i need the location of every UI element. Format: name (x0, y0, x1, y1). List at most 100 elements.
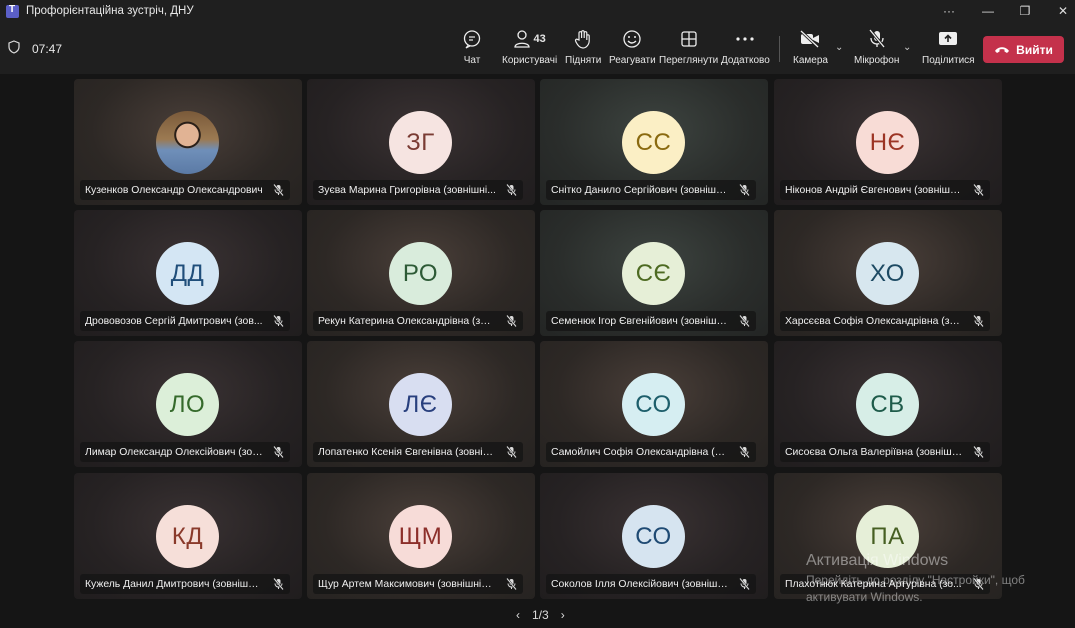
people-icon (514, 30, 531, 48)
muted-mic-icon (973, 184, 984, 196)
participant-avatar: РО (389, 242, 452, 305)
mic-off-icon (868, 28, 886, 50)
participant-avatar: СО (622, 505, 685, 568)
activation-watermark-title: Активація Windows (806, 552, 949, 569)
more-button[interactable]: Додатково (721, 28, 770, 66)
people-count: 43 (533, 33, 546, 45)
activation-watermark-line: Перейдіть до розділу "Настройки", щоб (806, 573, 1025, 587)
muted-mic-icon (273, 446, 284, 458)
chat-icon (462, 28, 482, 50)
meeting-toolbar: 07:47 Чат 43 Користувачі Підняти Реагува… (0, 22, 1075, 74)
window-title: Профорієнтаційна зустріч, ДНУ (26, 5, 194, 17)
microphone-button[interactable]: Мікрофон (854, 28, 899, 66)
participant-name: Лимар Олександр Олексійович (зов... (85, 446, 263, 458)
participant-tile[interactable]: ЛО Лимар Олександр Олексійович (зов... (74, 341, 302, 467)
raise-hand-icon (574, 28, 592, 50)
participant-tile[interactable]: РО Рекун Катерина Олександрівна (зов... (307, 210, 535, 336)
phone-hangup-icon (995, 46, 1010, 53)
participant-nameplate: Рекун Катерина Олександрівна (зов... (313, 311, 523, 331)
participant-nameplate: Самойлич Софія Олександрівна (зов... (546, 442, 756, 462)
participant-tile[interactable]: СС Снітко Данило Сергійович (зовнішні... (540, 79, 768, 205)
participant-avatar: СО (622, 373, 685, 436)
participant-tile[interactable]: НЄ Ніконов Андрій Євгенович (зовнішні... (774, 79, 1002, 205)
participant-nameplate: Кужель Данил Дмитрович (зовнішні... (80, 574, 290, 594)
teams-logo-icon (6, 4, 19, 18)
participant-tile[interactable]: СО Соколов Ілля Олексійович (зовнішні... (540, 473, 768, 599)
participant-name: Дрововозов Сергій Дмитрович (зов... (85, 315, 263, 327)
participant-tile[interactable]: ЗГ Зуєва Марина Григорівна (зовнішні... (307, 79, 535, 205)
participant-nameplate: Кузенков Олександр Олександрович (80, 180, 290, 200)
participant-nameplate: Дрововозов Сергій Дмитрович (зов... (80, 311, 290, 331)
participant-nameplate: Сисоєва Ольга Валеріївна (зовнішні... (780, 442, 990, 462)
grid-view-icon (680, 28, 698, 50)
participant-name: Снітко Данило Сергійович (зовнішні... (551, 184, 729, 196)
close-button[interactable]: ✕ (1045, 0, 1075, 22)
page-indicator: 1/3 (532, 608, 549, 622)
share-button[interactable]: Поділитися (922, 28, 975, 66)
participant-nameplate: Щур Артем Максимович (зовнішній ... (313, 574, 523, 594)
participant-tile[interactable]: ХО Харсєєва Софія Олександрівна (зовн... (774, 210, 1002, 336)
muted-mic-icon (506, 578, 517, 590)
next-page-button[interactable]: › (561, 608, 565, 622)
participant-nameplate: Лимар Олександр Олексійович (зов... (80, 442, 290, 462)
prev-page-button[interactable]: ‹ (516, 608, 520, 622)
mic-options-chevron-icon[interactable]: ⌄ (903, 42, 911, 53)
participant-photo (156, 111, 219, 174)
participant-name: Кузенков Олександр Олександрович (85, 184, 263, 196)
participant-tile[interactable]: ЩМ Щур Артем Максимович (зовнішній ... (307, 473, 535, 599)
muted-mic-icon (506, 315, 517, 327)
camera-options-chevron-icon[interactable]: ⌄ (835, 42, 843, 53)
muted-mic-icon (973, 315, 984, 327)
participant-tile[interactable]: Кузенков Олександр Олександрович (74, 79, 302, 205)
meeting-timer: 07:47 (32, 42, 63, 56)
participant-tile[interactable]: СО Самойлич Софія Олександрівна (зов... (540, 341, 768, 467)
muted-mic-icon (506, 446, 517, 458)
window-more-button[interactable]: ··· (931, 0, 967, 22)
participant-nameplate: Семенюк Ігор Євгенійович (зовнішні... (546, 311, 756, 331)
participant-name: Ніконов Андрій Євгенович (зовнішні... (785, 184, 963, 196)
share-screen-icon (937, 28, 959, 50)
muted-mic-icon (506, 184, 517, 196)
participant-avatar: НЄ (856, 111, 919, 174)
raise-hand-button[interactable]: Підняти (565, 28, 601, 66)
leave-button[interactable]: Вийти (983, 36, 1064, 63)
minimize-button[interactable]: — (970, 0, 1006, 22)
participant-name: Соколов Ілля Олексійович (зовнішні... (551, 578, 729, 590)
muted-mic-icon (273, 578, 284, 590)
react-button[interactable]: Реагувати (609, 28, 656, 66)
participant-tile[interactable]: ДД Дрововозов Сергій Дмитрович (зов... (74, 210, 302, 336)
participant-nameplate: Зуєва Марина Григорівна (зовнішні... (313, 180, 523, 200)
participant-nameplate: Снітко Данило Сергійович (зовнішні... (546, 180, 756, 200)
participant-name: Харсєєва Софія Олександрівна (зовн... (785, 315, 963, 327)
participant-name: Щур Артем Максимович (зовнішній ... (318, 578, 496, 590)
participant-avatar: СС (622, 111, 685, 174)
participant-avatar: СВ (856, 373, 919, 436)
muted-mic-icon (739, 578, 750, 590)
participant-name: Семенюк Ігор Євгенійович (зовнішні... (551, 315, 729, 327)
muted-mic-icon (739, 315, 750, 327)
muted-mic-icon (273, 315, 284, 327)
participant-nameplate: Лопатенко Ксенія Євгенівна (зовніш... (313, 442, 523, 462)
camera-off-icon (799, 28, 821, 50)
participant-tile[interactable]: СЄ Семенюк Ігор Євгенійович (зовнішні... (540, 210, 768, 336)
participant-name: Лопатенко Ксенія Євгенівна (зовніш... (318, 446, 496, 458)
muted-mic-icon (973, 446, 984, 458)
activation-watermark-line: активувати Windows. (806, 590, 923, 604)
participant-nameplate: Ніконов Андрій Євгенович (зовнішні... (780, 180, 990, 200)
participant-avatar: ЩМ (389, 505, 452, 568)
people-button[interactable]: 43 Користувачі (502, 28, 557, 66)
more-dots-icon (735, 28, 755, 50)
view-button[interactable]: Переглянути (659, 28, 718, 66)
participant-name: Самойлич Софія Олександрівна (зов... (551, 446, 729, 458)
chat-button[interactable]: Чат (462, 28, 482, 66)
title-bar: Профорієнтаційна зустріч, ДНУ ··· — ❐ ✕ (0, 0, 1075, 22)
participant-tile[interactable]: СВ Сисоєва Ольга Валеріївна (зовнішні... (774, 341, 1002, 467)
participant-name: Зуєва Марина Григорівна (зовнішні... (318, 184, 496, 196)
pager: ‹ 1/3 › (510, 608, 571, 622)
participant-tile[interactable]: КД Кужель Данил Дмитрович (зовнішні... (74, 473, 302, 599)
participant-tile[interactable]: ЛЄ Лопатенко Ксенія Євгенівна (зовніш... (307, 341, 535, 467)
participant-avatar: ХО (856, 242, 919, 305)
restore-button[interactable]: ❐ (1007, 0, 1043, 22)
participant-name: Сисоєва Ольга Валеріївна (зовнішні... (785, 446, 963, 458)
camera-button[interactable]: Камера (793, 28, 828, 66)
